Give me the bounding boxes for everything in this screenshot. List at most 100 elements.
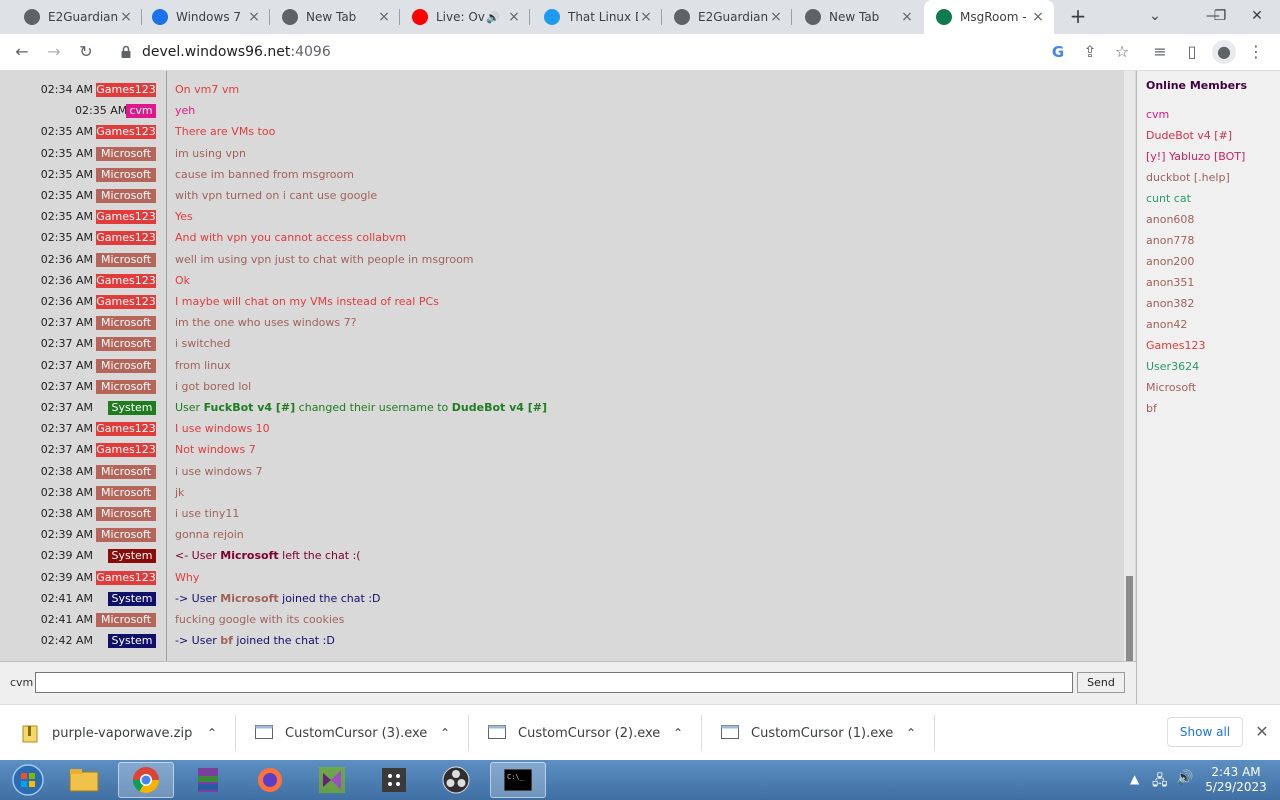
browser-tab[interactable]: Live: Ov 🔊 × — [400, 0, 530, 34]
message-user-badge[interactable]: Microsoft — [96, 507, 156, 521]
member-item[interactable]: anon200 — [1146, 255, 1194, 268]
message-user-badge[interactable]: Games123 — [96, 210, 156, 225]
message-user-badge[interactable]: Microsoft — [96, 189, 156, 203]
address-bar[interactable]: devel.windows96.net:4096 — [110, 38, 1140, 67]
close-tab-icon[interactable]: × — [768, 9, 784, 25]
chrome-icon[interactable] — [118, 762, 174, 798]
message-user-badge[interactable]: System — [108, 591, 156, 606]
browser-tab[interactable]: E2Guardian × — [662, 0, 792, 34]
restore-button[interactable]: ❐ — [1210, 0, 1230, 34]
message-user-badge[interactable]: cvm — [126, 104, 156, 119]
download-item[interactable]: CustomCursor (3).exe ⌃ — [237, 711, 469, 755]
message-user-badge[interactable]: System — [108, 549, 156, 564]
profile-avatar-icon[interactable]: ● — [1212, 40, 1236, 64]
download-item[interactable]: purple-vaporwave.zip ⌃ — [4, 711, 236, 755]
message-input[interactable] — [35, 672, 1073, 693]
message-user-badge[interactable]: System — [108, 401, 156, 415]
close-tab-icon[interactable]: × — [899, 9, 915, 25]
browser-tab[interactable]: New Tab × — [270, 0, 400, 34]
taskbar-clock[interactable]: 2:43 AM 5/29/2023 — [1200, 765, 1272, 795]
browser-tab[interactable]: New Tab × — [793, 0, 923, 34]
browser-tab[interactable]: MsgRoom - × — [924, 0, 1054, 34]
browser-tab[interactable]: Windows 7 | × — [140, 0, 270, 34]
bookmark-star-icon[interactable]: ☆ — [1110, 40, 1134, 64]
send-button[interactable]: Send — [1077, 672, 1125, 693]
current-nickname[interactable]: cvm — [10, 676, 33, 689]
close-tab-icon[interactable]: × — [376, 9, 392, 25]
obs-icon[interactable] — [428, 762, 484, 798]
scrollbar-thumb[interactable] — [1126, 576, 1133, 661]
member-item[interactable]: DudeBot v4 [#] — [1146, 129, 1232, 142]
message-user-badge[interactable]: Microsoft — [96, 464, 156, 479]
member-item[interactable]: bf — [1146, 402, 1157, 415]
message-user-badge[interactable]: Microsoft — [96, 146, 156, 161]
media-control-icon[interactable]: ≡ — [1148, 40, 1172, 64]
member-item[interactable]: cvm — [1146, 108, 1169, 121]
member-item[interactable]: [y!] Yabluzo [BOT] — [1146, 150, 1245, 163]
media-app-icon[interactable] — [366, 762, 422, 798]
message-user-badge[interactable]: Microsoft — [96, 337, 156, 352]
message-user-badge[interactable]: Games123 — [96, 125, 156, 140]
member-item[interactable]: anon42 — [1146, 318, 1187, 331]
back-button[interactable]: ← — [10, 40, 34, 64]
network-icon[interactable]: 🖧 — [1152, 770, 1168, 800]
google-icon[interactable]: G — [1046, 40, 1070, 64]
browser-tab[interactable]: E2Guardian × — [12, 0, 142, 34]
member-item[interactable]: anon778 — [1146, 234, 1194, 247]
member-item[interactable]: Games123 — [1146, 339, 1205, 352]
chevron-up-icon[interactable]: ⌃ — [435, 726, 455, 740]
message-user-badge[interactable]: Microsoft — [96, 167, 156, 182]
close-tab-icon[interactable]: × — [1030, 9, 1046, 25]
audio-playing-icon[interactable]: 🔊 — [486, 11, 500, 24]
message-user-badge[interactable]: Games123 — [96, 231, 156, 246]
menu-kebab-icon[interactable]: ⋮ — [1244, 40, 1268, 64]
explorer-icon[interactable] — [56, 762, 112, 798]
close-tab-icon[interactable]: × — [506, 9, 522, 25]
message-user-badge[interactable]: Microsoft — [96, 358, 156, 373]
member-item[interactable]: anon351 — [1146, 276, 1194, 289]
winrar-icon[interactable] — [180, 762, 236, 798]
member-item[interactable]: anon382 — [1146, 297, 1194, 310]
message-user-badge[interactable]: Microsoft — [96, 485, 156, 500]
share-icon[interactable]: ⇪ — [1078, 40, 1102, 64]
chat-scrollbar[interactable] — [1124, 71, 1135, 661]
browser-tab[interactable]: That Linux D × — [532, 0, 662, 34]
message-user-badge[interactable]: Games123 — [96, 83, 156, 97]
message-user-badge[interactable]: Games123 — [96, 273, 156, 288]
chevron-up-icon[interactable]: ⌃ — [202, 726, 222, 740]
cmd-icon[interactable]: C:\_ — [490, 762, 546, 798]
member-item[interactable]: duckbot [.help] — [1146, 171, 1230, 184]
message-user-badge[interactable]: Microsoft — [96, 252, 156, 267]
message-user-badge[interactable]: Games123 — [96, 443, 156, 458]
visual-studio-installer-icon[interactable] — [304, 762, 360, 798]
new-tab-button[interactable]: + — [1066, 5, 1090, 29]
tab-search-icon[interactable]: ⌄ — [1132, 0, 1178, 34]
reload-button[interactable]: ↻ — [74, 40, 98, 64]
side-panel-icon[interactable]: ▯ — [1180, 40, 1204, 64]
close-window-button[interactable]: ✕ — [1234, 0, 1280, 34]
message-user-badge[interactable]: Microsoft — [96, 528, 156, 543]
message-user-badge[interactable]: Microsoft — [96, 316, 156, 331]
download-item[interactable]: CustomCursor (1).exe ⌃ — [703, 711, 935, 755]
chevron-up-icon[interactable]: ⌃ — [668, 726, 688, 740]
message-user-badge[interactable]: Microsoft — [96, 613, 156, 627]
member-item[interactable]: Microsoft — [1146, 381, 1196, 394]
close-tab-icon[interactable]: × — [638, 9, 654, 25]
message-user-badge[interactable]: System — [108, 634, 156, 649]
message-user-badge[interactable]: Microsoft — [96, 379, 156, 394]
close-downloads-bar-icon[interactable]: ✕ — [1252, 722, 1272, 742]
message-user-badge[interactable]: Games123 — [96, 422, 156, 437]
download-item[interactable]: CustomCursor (2).exe ⌃ — [470, 711, 702, 755]
close-tab-icon[interactable]: × — [118, 9, 134, 25]
message-user-badge[interactable]: Games123 — [96, 570, 156, 585]
member-item[interactable]: cunt cat — [1146, 192, 1191, 205]
show-all-downloads-button[interactable]: Show all — [1167, 717, 1243, 747]
close-tab-icon[interactable]: × — [246, 9, 262, 25]
forward-button[interactable]: → — [42, 40, 66, 64]
show-hidden-icons[interactable]: ▲ — [1130, 772, 1139, 800]
chevron-up-icon[interactable]: ⌃ — [901, 726, 921, 740]
message-user-badge[interactable]: Games123 — [96, 295, 156, 309]
firefox-icon[interactable] — [242, 762, 298, 798]
volume-icon[interactable]: 🔊 — [1176, 770, 1193, 800]
member-item[interactable]: anon608 — [1146, 213, 1194, 226]
